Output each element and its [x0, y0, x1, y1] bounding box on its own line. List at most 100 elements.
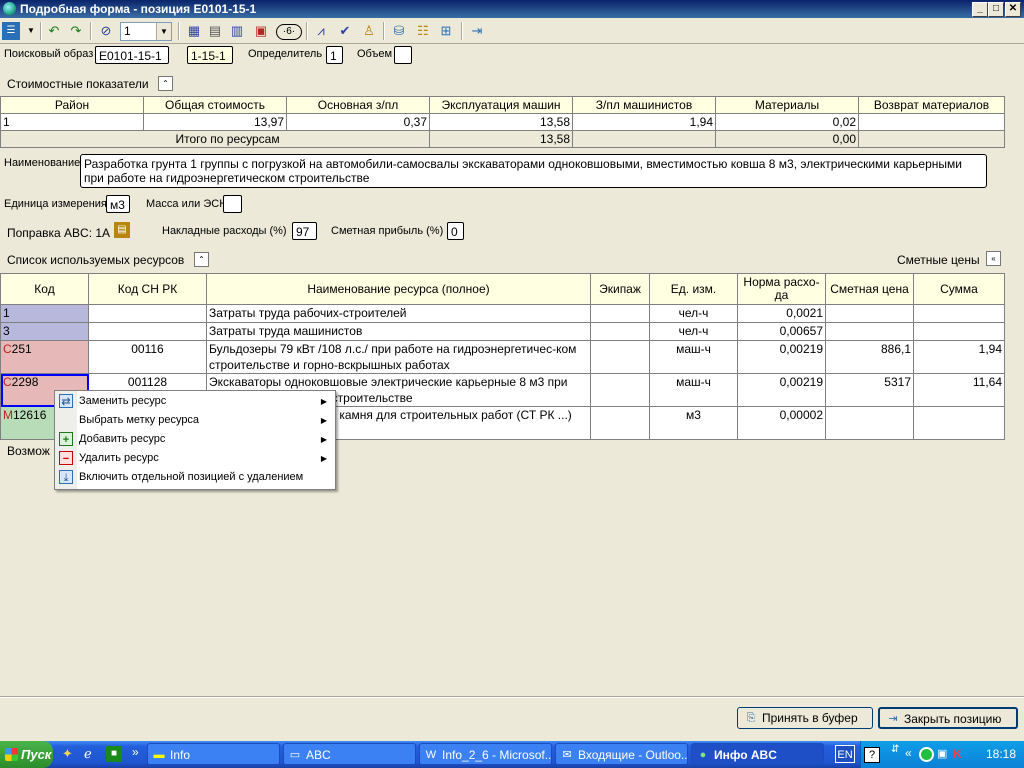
- tree-icon[interactable]: ⊞: [437, 22, 455, 40]
- mass-field[interactable]: [223, 195, 242, 213]
- col-header-sn-code[interactable]: Код СН РК: [88, 273, 207, 305]
- crew-cell[interactable]: [590, 373, 650, 407]
- table-row[interactable]: 1 Затраты труда рабочих-строителей чел-ч…: [0, 304, 1005, 323]
- code-cell[interactable]: 1: [0, 304, 89, 323]
- table-row[interactable]: 3 Затраты труда машинистов чел-ч 0,00657: [0, 322, 1005, 341]
- sn-code-cell[interactable]: [88, 304, 207, 323]
- col-header-materials-return[interactable]: Возврат материалов: [858, 96, 1005, 114]
- quicklaunch-ie-icon[interactable]: ℯ: [84, 746, 100, 762]
- crew-cell[interactable]: [590, 340, 650, 374]
- help-icon[interactable]: ?: [864, 747, 880, 763]
- unit-field[interactable]: м3: [106, 195, 130, 213]
- search-input[interactable]: Е0101-15-1: [95, 46, 169, 64]
- taskbar-item-outlook[interactable]: ✉ Входящие - Outloo...: [555, 743, 688, 765]
- collapse-left-icon[interactable]: «: [986, 251, 1001, 266]
- code-cell[interactable]: С251: [0, 340, 89, 374]
- col-header-operator-salary[interactable]: З/пл машинистов: [572, 96, 716, 114]
- resource-name-cell[interactable]: Затраты труда машинистов: [206, 322, 591, 341]
- title-bar[interactable]: Подробная форма - позиция Е0101-15-1 _ □…: [0, 0, 1024, 18]
- table-row[interactable]: С251 00116 Бульдозеры 79 кВт /108 л.с./ …: [0, 340, 1005, 374]
- price-cell[interactable]: [825, 406, 914, 440]
- resource-name-cell[interactable]: Бульдозеры 79 кВт /108 л.с./ при работе …: [206, 340, 591, 374]
- col-header-materials[interactable]: Материалы: [715, 96, 859, 114]
- norm-cell[interactable]: 0,0021: [737, 304, 826, 323]
- quicklaunch-icon[interactable]: ✦: [62, 746, 78, 762]
- name-textarea[interactable]: Разработка грунта 1 группы с погрузкой н…: [80, 154, 987, 188]
- sum-cell[interactable]: 11,64: [913, 373, 1005, 407]
- start-button[interactable]: Пуск: [0, 741, 53, 768]
- cost-cell[interactable]: 13,58: [429, 113, 573, 131]
- sum-cell[interactable]: [913, 304, 1005, 323]
- maximize-button[interactable]: □: [988, 2, 1004, 17]
- export-icon[interactable]: ▤: [206, 22, 224, 40]
- col-header-norm[interactable]: Норма расхо-да: [737, 273, 826, 305]
- determinant-field[interactable]: 1: [326, 46, 343, 64]
- sn-code-cell[interactable]: [88, 322, 207, 341]
- cost-cell[interactable]: 1: [0, 113, 144, 131]
- close-window-button[interactable]: ✕: [1005, 2, 1021, 17]
- collapse-up-icon[interactable]: ⌃: [194, 252, 209, 267]
- menu-item-include-separate[interactable]: ⤓ Включить отдельной позицией с удаление…: [55, 468, 335, 487]
- close-position-button[interactable]: ⇥ Закрыть позицию: [878, 707, 1018, 729]
- tray-status-icon[interactable]: [919, 747, 934, 762]
- cost-cell[interactable]: [858, 113, 1005, 131]
- database-icon[interactable]: ⛁: [390, 22, 408, 40]
- col-header-total-cost[interactable]: Общая стоимость: [143, 96, 287, 114]
- unit-cell[interactable]: м3: [649, 406, 738, 440]
- price-cell[interactable]: [825, 304, 914, 323]
- norm-cell[interactable]: 0,00219: [737, 340, 826, 374]
- cost-cell[interactable]: 0,02: [715, 113, 859, 131]
- menu-item-replace-resource[interactable]: ⇄ Заменить ресурс ▶: [55, 392, 335, 411]
- taskbar-item-info-abc[interactable]: ● Инфо ABC: [691, 743, 824, 765]
- sum-cell[interactable]: [913, 322, 1005, 341]
- redo-icon[interactable]: ↷: [67, 22, 85, 40]
- app-menu-icon[interactable]: ☰: [2, 22, 20, 40]
- unit-cell[interactable]: маш-ч: [649, 340, 738, 374]
- resource-name-cell[interactable]: Затраты труда рабочих-строителей: [206, 304, 591, 323]
- col-header-unit[interactable]: Ед. изм.: [649, 273, 738, 305]
- profit-field[interactable]: 0: [447, 222, 464, 240]
- unit-cell[interactable]: маш-ч: [649, 373, 738, 407]
- col-header-resource-name[interactable]: Наименование ресурса (полное): [206, 273, 591, 305]
- minimize-button[interactable]: _: [972, 2, 988, 17]
- crew-cell[interactable]: [590, 406, 650, 440]
- level-combobox[interactable]: 1 ▼: [120, 22, 172, 41]
- menu-item-add-resource[interactable]: + Добавить ресурс ▶: [55, 430, 335, 449]
- network-icon[interactable]: ▣: [937, 747, 947, 760]
- price-cell[interactable]: [825, 322, 914, 341]
- norm-cell[interactable]: 0,00219: [737, 373, 826, 407]
- buffer-button[interactable]: ⎘ Принять в буфер: [737, 707, 873, 729]
- list-icon[interactable]: ☷: [414, 22, 432, 40]
- language-indicator[interactable]: EN: [835, 745, 855, 763]
- edit-table-icon[interactable]: ▦: [185, 22, 203, 40]
- undo-icon[interactable]: ↶: [45, 22, 63, 40]
- col-header-sum[interactable]: Сумма: [913, 273, 1005, 305]
- taskbar-item-word[interactable]: W Info_2_6 - Microsof...: [419, 743, 552, 765]
- col-header-crew[interactable]: Экипаж: [590, 273, 650, 305]
- overhead-field[interactable]: 97: [292, 222, 317, 240]
- sum-cell[interactable]: [913, 406, 1005, 440]
- quicklaunch-more-icon[interactable]: »: [132, 745, 139, 759]
- norm-cell[interactable]: 0,00657: [737, 322, 826, 341]
- sn-code-cell[interactable]: 00116: [88, 340, 207, 374]
- col-header-code[interactable]: Код: [0, 273, 89, 305]
- price-cell[interactable]: 5317: [825, 373, 914, 407]
- collapse-up-icon[interactable]: ⌃: [158, 76, 173, 91]
- cost-cell[interactable]: 13,97: [143, 113, 287, 131]
- taskbar-item-abc[interactable]: ▭ ABC: [283, 743, 416, 765]
- dropdown-arrow-icon[interactable]: ▼: [22, 22, 40, 40]
- compass-icon[interactable]: ⊘: [97, 22, 115, 40]
- taskbar-item-info[interactable]: ▬ Info: [147, 743, 280, 765]
- short-code-field[interactable]: 1-15-1: [187, 46, 233, 64]
- quicklaunch-app-icon[interactable]: ■: [106, 746, 122, 762]
- volume-field[interactable]: [394, 46, 412, 64]
- unit-cell[interactable]: чел-ч: [649, 322, 738, 341]
- chevron-down-icon[interactable]: ▼: [156, 23, 171, 40]
- tray-arrows-icon[interactable]: ⇵: [891, 744, 899, 755]
- cost-cell[interactable]: 0,37: [286, 113, 430, 131]
- antivirus-icon[interactable]: K: [953, 747, 962, 761]
- menu-item-choose-label[interactable]: Выбрать метку ресурса ▶: [55, 411, 335, 430]
- menu-item-delete-resource[interactable]: − Удалить ресурс ▶: [55, 449, 335, 468]
- six-badge-icon[interactable]: ·6·: [276, 24, 302, 40]
- crew-cell[interactable]: [590, 322, 650, 341]
